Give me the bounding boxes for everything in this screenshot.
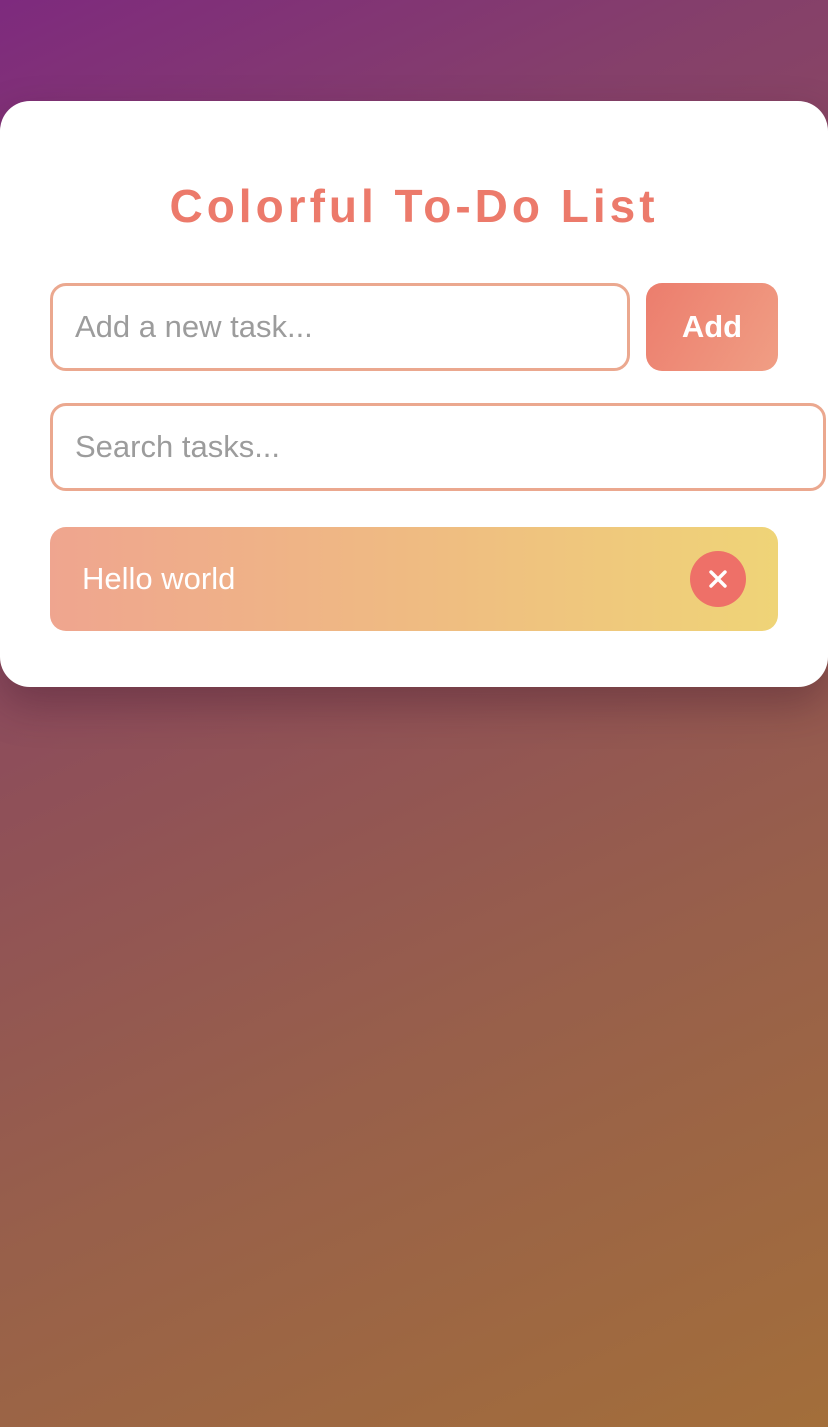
search-input[interactable] [50, 403, 826, 491]
close-icon [709, 570, 727, 588]
task-text: Hello world [82, 561, 236, 596]
add-task-button[interactable]: Add [646, 283, 778, 371]
new-task-input[interactable] [50, 283, 630, 371]
todo-card: Colorful To-Do List Add Hello world [0, 101, 828, 687]
delete-task-button[interactable] [690, 551, 746, 607]
page-title: Colorful To-Do List [169, 180, 659, 232]
task-item: Hello world [50, 527, 778, 631]
